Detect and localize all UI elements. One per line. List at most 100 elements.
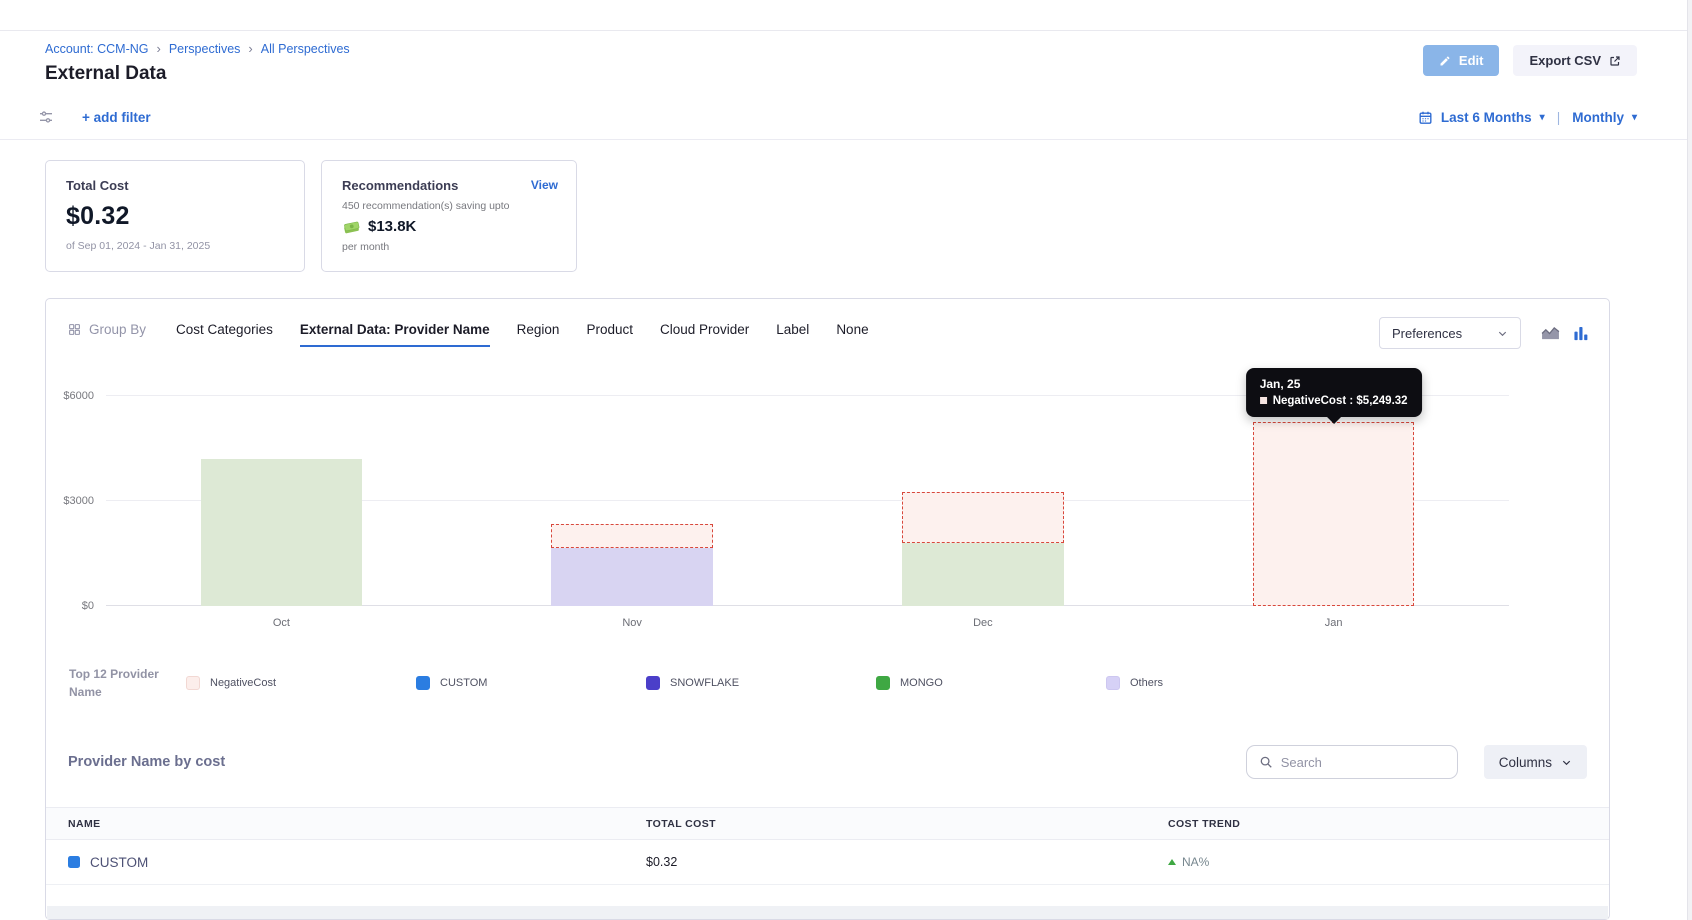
- tooltip-value-line: NegativeCost : $5,249.32: [1260, 395, 1408, 407]
- divider: |: [1557, 110, 1561, 125]
- col-header-cost-trend: COST TREND: [1168, 818, 1587, 830]
- group-by-tabs: Cost Categories External Data: Provider N…: [176, 322, 869, 347]
- legend-item-others[interactable]: Others: [1106, 676, 1336, 690]
- table-header-row: NAME TOTAL COST COST TREND: [46, 807, 1609, 840]
- legend-swatch-icon: [646, 676, 660, 690]
- group-by-label-wrap: Group By: [68, 322, 146, 337]
- legend-item-custom[interactable]: CUSTOM: [416, 676, 646, 690]
- row-name: CUSTOM: [90, 855, 148, 870]
- chevron-down-icon: ▾: [1632, 112, 1637, 123]
- y-axis-tick-label: $3000: [63, 495, 94, 507]
- legend-label: NegativeCost: [210, 677, 276, 689]
- breadcrumb-item[interactable]: Account: CCM-NG: [45, 42, 149, 56]
- time-range-dropdown[interactable]: Last 6 Months: [1441, 110, 1532, 125]
- bar-jan[interactable]: [1253, 422, 1414, 606]
- search-input[interactable]: [1281, 755, 1457, 770]
- bar-segment-negativecost[interactable]: [1253, 422, 1414, 606]
- total-cost-period: of Sep 01, 2024 - Jan 31, 2025: [66, 240, 284, 252]
- preferences-dropdown[interactable]: Preferences: [1379, 317, 1521, 349]
- chart-type-toggle: [1541, 326, 1589, 341]
- table-row[interactable]: CUSTOM$0.32NA%: [46, 840, 1609, 885]
- recommendations-title: Recommendations: [342, 178, 556, 193]
- table-search: [1246, 745, 1458, 779]
- chart-tooltip: Jan, 25NegativeCost : $5,249.32: [1246, 368, 1422, 417]
- col-header-name: NAME: [68, 818, 646, 830]
- legend-label: Others: [1130, 677, 1163, 689]
- y-axis-tick-label: $0: [82, 600, 94, 612]
- bar-nov[interactable]: [551, 524, 712, 606]
- tab-label[interactable]: Label: [776, 322, 809, 347]
- tab-cost-categories[interactable]: Cost Categories: [176, 322, 273, 347]
- group-by-row: Group By Cost Categories External Data: P…: [46, 299, 1609, 361]
- legend-item-negativecost[interactable]: NegativeCost: [186, 676, 416, 690]
- legend-swatch-icon: [186, 676, 200, 690]
- external-link-icon: [1609, 55, 1621, 67]
- legend-swatch-icon: [416, 676, 430, 690]
- row-name-cell: CUSTOM: [68, 855, 646, 870]
- chart-category-jan: JanJan, 25NegativeCost : $5,249.32: [1158, 371, 1509, 606]
- recommendations-count: 450 recommendation(s) saving upto: [342, 200, 556, 212]
- bar-segment-mongo[interactable]: [902, 543, 1063, 606]
- edit-button[interactable]: Edit: [1423, 45, 1500, 76]
- chart-plot: $0$3000$6000OctNovDecJanJan, 25NegativeC…: [106, 371, 1509, 606]
- bar-segment-mongo[interactable]: [201, 459, 362, 606]
- table-body: CUSTOM$0.32NA%: [46, 840, 1609, 885]
- scrollbar-track[interactable]: [1688, 0, 1692, 920]
- chart-options: Preferences: [1379, 317, 1589, 349]
- col-header-total-cost: TOTAL COST: [646, 818, 1168, 830]
- view-recommendations-link[interactable]: View: [531, 178, 558, 192]
- legend-swatch-icon: [876, 676, 890, 690]
- bar-segment-negativecost[interactable]: [551, 524, 712, 549]
- tab-none[interactable]: None: [836, 322, 868, 347]
- table-title: Provider Name by cost: [68, 754, 225, 770]
- total-cost-title: Total Cost: [66, 178, 284, 193]
- next-row-strip: [47, 906, 1608, 919]
- breadcrumb-item[interactable]: Perspectives: [169, 42, 241, 56]
- breadcrumb-item[interactable]: All Perspectives: [261, 42, 350, 56]
- chart-category-dec: Dec: [808, 371, 1159, 606]
- bar-chart-icon[interactable]: [1573, 326, 1589, 341]
- provider-table: NAME TOTAL COST COST TREND CUSTOM$0.32NA…: [46, 807, 1609, 885]
- legend-label: CUSTOM: [440, 677, 487, 689]
- add-filter-button[interactable]: + add filter: [82, 110, 151, 125]
- granularity-dropdown[interactable]: Monthly: [1572, 110, 1624, 125]
- header-actions: Edit Export CSV: [1423, 45, 1637, 76]
- area-chart-icon[interactable]: [1541, 326, 1560, 341]
- columns-button[interactable]: Columns: [1484, 745, 1587, 779]
- pencil-icon: [1439, 55, 1451, 67]
- grid-icon: [68, 323, 81, 336]
- legend-caption: Top 12 Provider Name: [69, 665, 186, 701]
- calendar-icon: [1418, 110, 1433, 125]
- y-axis-tick-label: $6000: [63, 390, 94, 402]
- time-controls: Last 6 Months ▾ | Monthly ▾: [1418, 110, 1637, 125]
- tab-cloud-provider[interactable]: Cloud Provider: [660, 322, 749, 347]
- trend-up-icon: [1168, 859, 1176, 865]
- chart-legend: Top 12 Provider Name NegativeCost CUSTOM S…: [46, 665, 1609, 701]
- chevron-down-icon: [1497, 328, 1508, 339]
- filter-sliders-icon[interactable]: [38, 109, 54, 125]
- page-title: External Data: [45, 63, 1637, 85]
- recommendations-card: Recommendations View 450 recommendation(…: [321, 160, 577, 272]
- tooltip-series-swatch-icon: [1260, 397, 1267, 404]
- export-csv-button[interactable]: Export CSV: [1513, 45, 1637, 76]
- breadcrumb: Account: CCM-NG › Perspectives › All Perspec…: [45, 41, 1637, 56]
- bar-segment-negativecost[interactable]: [902, 492, 1063, 543]
- total-cost-card: Total Cost $0.32 of Sep 01, 2024 - Jan 3…: [45, 160, 305, 272]
- legend-item-mongo[interactable]: MONGO: [876, 676, 1106, 690]
- tab-region[interactable]: Region: [517, 322, 560, 347]
- x-axis-label: Jan: [1158, 617, 1509, 629]
- breadcrumb-separator: ›: [157, 41, 161, 56]
- tab-product[interactable]: Product: [586, 322, 633, 347]
- row-swatch-icon: [68, 856, 80, 868]
- x-axis-label: Dec: [808, 617, 1159, 629]
- chevron-down-icon: ▾: [1540, 112, 1545, 123]
- bar-segment-others[interactable]: [551, 548, 712, 606]
- bar-dec[interactable]: [902, 492, 1063, 606]
- chart-bars-layer: OctNovDecJanJan, 25NegativeCost : $5,249…: [106, 371, 1509, 606]
- savings-amount: $13.8K: [368, 218, 416, 235]
- chart-category-oct: Oct: [106, 371, 457, 606]
- tab-external-data-provider-name[interactable]: External Data: Provider Name: [300, 322, 490, 347]
- legend-item-snowflake[interactable]: SNOWFLAKE: [646, 676, 876, 690]
- breadcrumb-separator: ›: [248, 41, 252, 56]
- bar-oct[interactable]: [201, 459, 362, 606]
